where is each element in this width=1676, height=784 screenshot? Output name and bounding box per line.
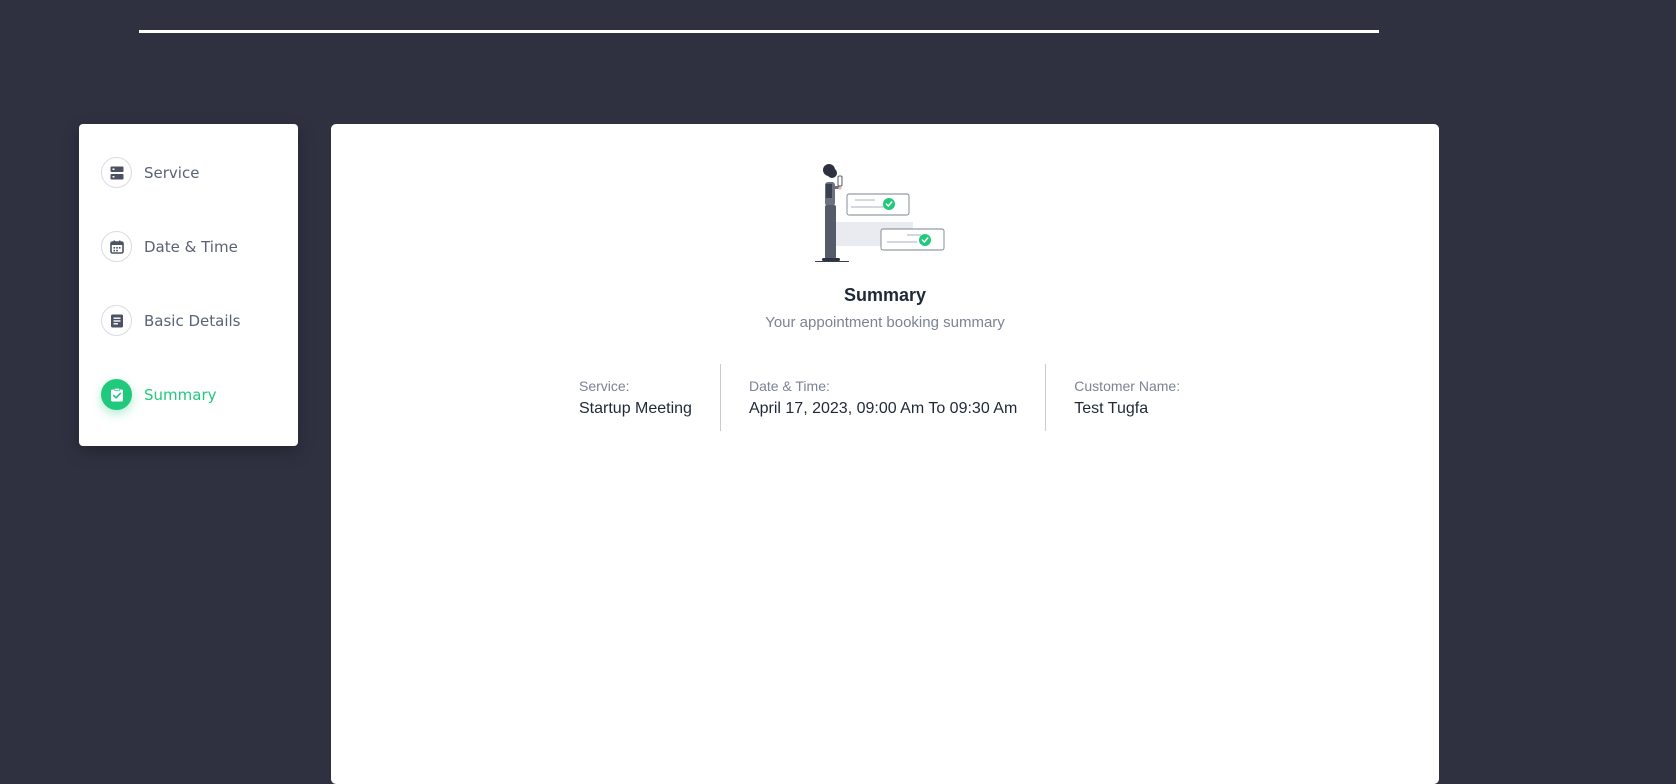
detail-value: April 17, 2023, 09:00 Am To 09:30 Am	[748, 399, 1018, 417]
step-label: Basic Details	[144, 311, 241, 330]
customer-name-detail: Customer Name: Test Tugfa	[1045, 364, 1208, 431]
booking-confirmation-illustration	[815, 164, 945, 262]
booking-details: Service: Startup Meeting Date & Time: Ap…	[579, 364, 1208, 431]
clipboard-check-icon	[101, 379, 132, 410]
detail-label: Date & Time:	[748, 377, 830, 394]
step-label: Service	[144, 163, 200, 182]
detail-label: Customer Name:	[1074, 377, 1181, 394]
date-time-detail: Date & Time: April 17, 2023, 09:00 Am To…	[719, 364, 1045, 431]
steps-sidebar: Service Date & Time Basic Details Summar…	[79, 124, 298, 446]
service-detail: Service: Startup Meeting	[579, 364, 720, 431]
calendar-icon	[101, 231, 132, 262]
step-date-time[interactable]: Date & Time	[101, 231, 238, 262]
detail-value: Startup Meeting	[579, 399, 692, 417]
detail-value: Test Tugfa	[1074, 399, 1149, 417]
detail-label: Service:	[579, 377, 630, 394]
summary-subtitle: Your appointment booking summary	[765, 314, 1005, 331]
progress-line	[139, 30, 1379, 33]
summary-card: Summary Your appointment booking summary…	[331, 124, 1439, 784]
document-icon	[101, 305, 132, 336]
summary-title: Summary	[843, 285, 927, 305]
step-summary[interactable]: Summary	[101, 379, 217, 410]
server-icon	[101, 157, 132, 188]
step-label: Date & Time	[144, 237, 238, 256]
step-service[interactable]: Service	[101, 157, 199, 188]
step-basic-details[interactable]: Basic Details	[101, 305, 240, 336]
step-label: Summary	[144, 385, 217, 404]
